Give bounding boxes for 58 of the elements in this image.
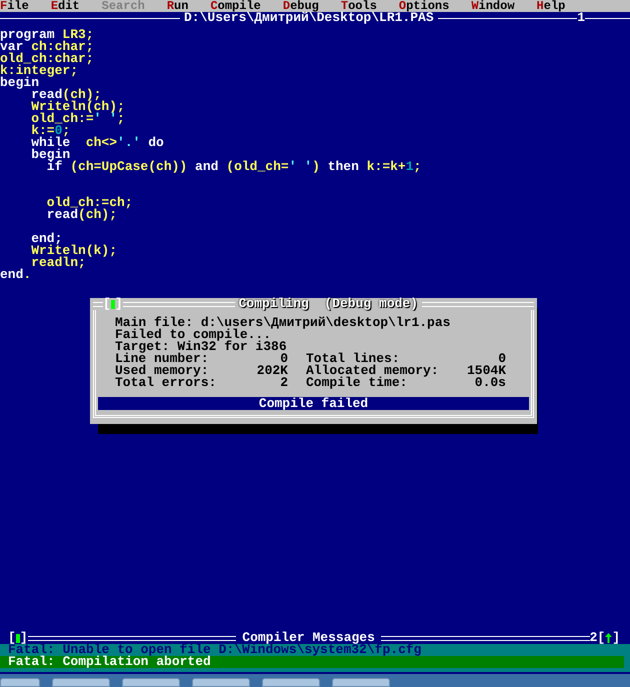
code-line: end;: [30, 231, 62, 246]
taskbar-button[interactable]: [52, 678, 110, 687]
code-line: read(ch);: [46, 207, 118, 222]
stat-value: 1504K: [466, 365, 506, 377]
message-row[interactable]: Fatal: Compilation aborted: [0, 656, 624, 668]
stat-label: Total lines:: [306, 353, 400, 365]
dialog-text: Failed to compile...: [115, 329, 272, 341]
code-line: read(ch);: [31, 87, 102, 102]
close-box[interactable]: [ ]: [0, 632, 28, 644]
taskbar-button[interactable]: [262, 678, 320, 687]
code-line: while ch<>'.' do: [30, 135, 164, 150]
code-line: readln;: [30, 255, 86, 270]
stat-label: Total errors:: [115, 377, 216, 389]
window-number: 1: [577, 12, 585, 24]
taskbar-button[interactable]: [192, 678, 250, 687]
panel-number: 2: [590, 632, 598, 644]
menu-item[interactable]: Compile: [210, 0, 261, 12]
dialog-text: Target: Win32 for i386: [115, 341, 287, 353]
code-line: program LR3;: [0, 27, 94, 42]
menu-item[interactable]: Tools: [340, 0, 377, 12]
taskbar-button[interactable]: [122, 678, 180, 687]
code-line: old_ch:char;: [0, 51, 94, 66]
code-line: Writeln(ch);: [30, 99, 125, 114]
stat-label: Line number:: [115, 353, 209, 365]
stat-value: 0: [280, 353, 288, 365]
stat-label: Compile time:: [306, 377, 408, 389]
code-line: if (ch=UpCase(ch)) and (old_ch=' ') then k:=k+1;: [46, 159, 422, 174]
menu-item[interactable]: Window: [471, 0, 515, 12]
menu-item[interactable]: Debug: [282, 0, 319, 12]
stat-value: 0: [498, 353, 506, 365]
dialog-title: Compiling (Debug mode): [238, 298, 420, 310]
stat-label: Allocated memory:: [306, 365, 439, 377]
stat-label: Used memory:: [115, 365, 209, 377]
code-line: k:integer;: [0, 63, 78, 78]
stat-value: 0.0s: [474, 377, 506, 389]
close-box-icon: [16, 634, 20, 642]
menu-item[interactable]: Run: [166, 0, 188, 12]
panel-title: Compiler Messages: [242, 632, 375, 644]
stat-value: 202K: [256, 365, 288, 377]
close-box-icon: [110, 300, 115, 308]
code-line: old_ch:=ch;: [46, 195, 133, 210]
code-line: k:=0;: [30, 123, 70, 138]
status-text: Compile failed: [258, 398, 368, 410]
window-title: D:\Users\Дмитрий\Desktop\LR1.PAS: [183, 12, 434, 24]
menu-item[interactable]: Help: [536, 0, 566, 12]
taskbar-button[interactable]: [0, 678, 40, 687]
menu-item[interactable]: File: [0, 0, 29, 12]
stat-value: 2: [280, 377, 288, 389]
code-line: begin: [30, 147, 70, 162]
menu-item[interactable]: Options: [398, 0, 450, 12]
code-line: end.: [0, 267, 32, 282]
zoom-box[interactable]: [ ]: [597, 632, 630, 644]
menu-item[interactable]: Edit: [50, 0, 80, 12]
dialog-text: Main file: d:\users\Дмитрий\desktop\lr1.pas: [115, 317, 452, 329]
taskbar-button[interactable]: [332, 678, 390, 687]
up-arrow-icon: [605, 633, 612, 643]
code-line: begin: [0, 75, 40, 90]
code-line: Writeln(k);: [30, 243, 118, 258]
